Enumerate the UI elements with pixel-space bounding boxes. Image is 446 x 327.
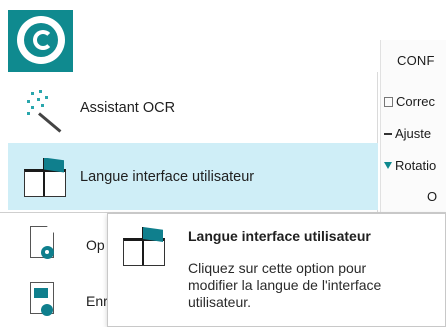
ribbon-partial-text: O <box>427 189 438 204</box>
app-dropdown-menu: Assistant OCR Langue interface utilisate… <box>8 72 378 214</box>
menu-item-label: Enr <box>86 293 108 309</box>
menu-item-save[interactable]: Enr <box>8 273 108 327</box>
ribbon-command-adjust[interactable]: Ajuste <box>384 126 431 141</box>
flag-screen-icon <box>122 224 166 268</box>
magic-wand-icon <box>23 86 67 133</box>
app-logo-icon <box>17 16 65 64</box>
tooltip: Langue interface utilisateur Cliquez sur… <box>107 213 446 327</box>
ribbon-command-label: Correc <box>396 94 436 109</box>
menu-item-options[interactable]: Op <box>8 217 105 273</box>
menu-item-ocr-assistant[interactable]: Assistant OCR <box>8 74 378 141</box>
menu-item-label: Op <box>86 237 105 253</box>
ribbon-command-correct[interactable]: Correc <box>384 94 435 109</box>
menu-item-label: Assistant OCR <box>80 99 176 116</box>
tooltip-body: Cliquez sur cette option pour modifier l… <box>188 260 382 310</box>
rotate-icon <box>384 162 392 169</box>
document-icon <box>384 96 393 107</box>
save-document-icon <box>28 282 58 320</box>
ribbon-command-rotate[interactable]: Rotatio <box>384 158 436 173</box>
dash-icon <box>384 132 392 135</box>
app-menu-button[interactable] <box>8 10 73 72</box>
menu-item-ui-language[interactable]: Langue interface utilisateur <box>8 143 378 210</box>
document-gear-icon <box>28 226 58 264</box>
ribbon-command-label: Rotatio <box>395 158 437 173</box>
tooltip-title: Langue interface utilisateur <box>188 228 371 244</box>
menu-item-label: Langue interface utilisateur <box>80 168 255 185</box>
flag-screen-icon <box>23 155 67 199</box>
ribbon-tab-conf[interactable]: CONF <box>397 53 435 68</box>
ribbon-command-label: Ajuste <box>395 126 432 141</box>
